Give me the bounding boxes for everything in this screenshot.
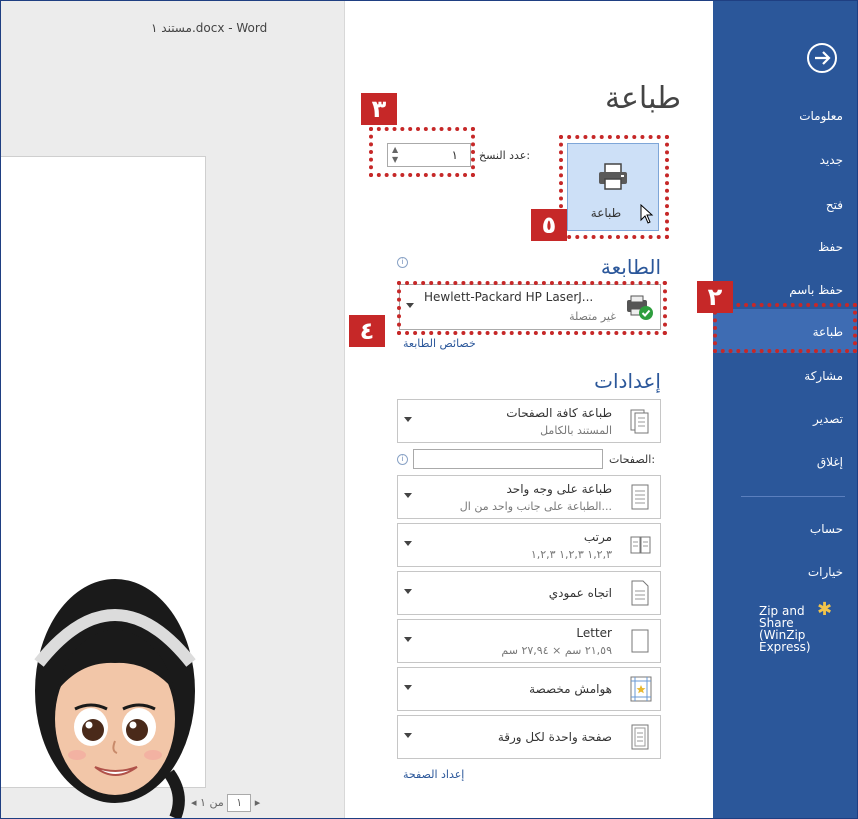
setting-line2: الطباعة على جانب واحد من ال... [459,500,612,513]
setting-line2: ١,٢,٣ ١,٢,٣ ١,٢,٣ [530,548,612,561]
pages-per-sheet-icon [630,723,650,751]
paper-size-icon [630,627,650,655]
window-title: مستند ١.docx - Word [151,21,268,35]
dropdown-arrow-icon [404,417,412,422]
all-pages-icon [630,407,650,435]
settings-section-title: إعدادات [594,369,661,393]
orientation-select[interactable]: اتجاه عمودي [397,571,661,615]
setting-line1: اتجاه عمودي [548,586,612,600]
info-icon[interactable]: i [397,454,408,465]
page-setup-link[interactable]: إعداد الصفحة [403,768,464,781]
printer-properties-link[interactable]: خصائص الطابعة [403,337,476,350]
sidebar-separator [741,496,845,497]
custom-margins-icon [630,675,652,703]
printer-section-title: الطابعة [600,255,661,279]
word-backstage-window: ◂ من ١ ١ ▸ مستند ١.docx - Word طباعة طبا… [0,0,858,819]
sidebar-item-options[interactable]: خيارات [808,565,843,579]
copies-label: عدد النسخ: [479,149,531,162]
one-sided-icon [630,483,650,511]
sidebar-item-save[interactable]: حفظ [818,240,843,254]
pages-input[interactable] [413,449,603,469]
setting-line1: Letter [576,626,612,640]
setting-line1: مرتب [583,530,612,544]
sidebar-item-share[interactable]: مشاركة [804,369,843,383]
pages-label: الصفحات: [609,453,656,466]
dropdown-arrow-icon [404,493,412,498]
highlight-box-print-menu [713,303,857,353]
sidebar-item-zip-share[interactable]: Zip and Share (WinZip Express) [759,605,811,653]
print-title: طباعة [604,81,681,116]
setting-line1: طباعة كافة الصفحات [506,406,612,420]
sidebar-item-account[interactable]: حساب [810,522,843,536]
sidebar-item-save-as[interactable]: حفظ باسم [789,283,843,297]
collated-icon [630,531,651,559]
sidebar-item-open[interactable]: فتح [826,198,843,212]
dropdown-arrow-icon [404,733,412,738]
dropdown-arrow-icon [404,541,412,546]
step-badge-2: ٢ [697,281,733,313]
page-of-label: من ١ [200,796,224,809]
winzip-icon: ✱ [817,599,833,620]
setting-line2: ٢١,٥٩ سم × ٢٧,٩٤ سم [501,644,612,657]
dropdown-arrow-icon [404,589,412,594]
sidebar-item-info[interactable]: معلومات [799,109,843,123]
step-badge-3: ٣ [361,93,397,125]
setting-line1: هوامش مخصصة [529,682,612,696]
next-page-icon[interactable]: ▸ [255,796,261,809]
highlight-box-print-button [559,135,669,239]
margins-select[interactable]: هوامش مخصصة [397,667,661,711]
setting-line1: صفحة واحدة لكل ورقة [497,730,612,744]
page-navigation: ◂ من ١ ١ ▸ [191,794,260,812]
portrait-icon [630,579,650,607]
sidebar-item-close[interactable]: إغلاق [817,455,843,469]
sides-select[interactable]: طباعة على وجه واحد الطباعة على جانب واحد… [397,475,661,519]
highlight-box-printer [397,281,667,335]
back-arrow-icon[interactable] [807,43,837,73]
sidebar-item-export[interactable]: تصدير [813,412,843,426]
print-range-select[interactable]: طباعة كافة الصفحات المستند بالكامل [397,399,661,443]
paper-size-select[interactable]: Letter ٢١,٥٩ سم × ٢٧,٩٤ سم [397,619,661,663]
sidebar-item-new[interactable]: جديد [820,153,843,167]
setting-line2: المستند بالكامل [540,424,612,437]
collate-select[interactable]: مرتب ١,٢,٣ ١,٢,٣ ١,٢,٣ [397,523,661,567]
zip-line4: Express) [759,640,811,654]
step-badge-5: ٥ [531,209,567,241]
backstage-sidebar: معلومات جديد فتح حفظ حفظ باسم طباعة مشار… [713,1,857,818]
step-badge-4: ٤ [349,315,385,347]
info-icon[interactable]: i [397,257,408,268]
pages-per-sheet-select[interactable]: صفحة واحدة لكل ورقة [397,715,661,759]
cartoon-girl-mascot [34,579,196,818]
highlight-box-copies [369,127,475,177]
setting-line1: طباعة على وجه واحد [506,482,613,496]
dropdown-arrow-icon [404,685,412,690]
dropdown-arrow-icon [404,637,412,642]
page-number-input[interactable]: ١ [227,794,252,812]
